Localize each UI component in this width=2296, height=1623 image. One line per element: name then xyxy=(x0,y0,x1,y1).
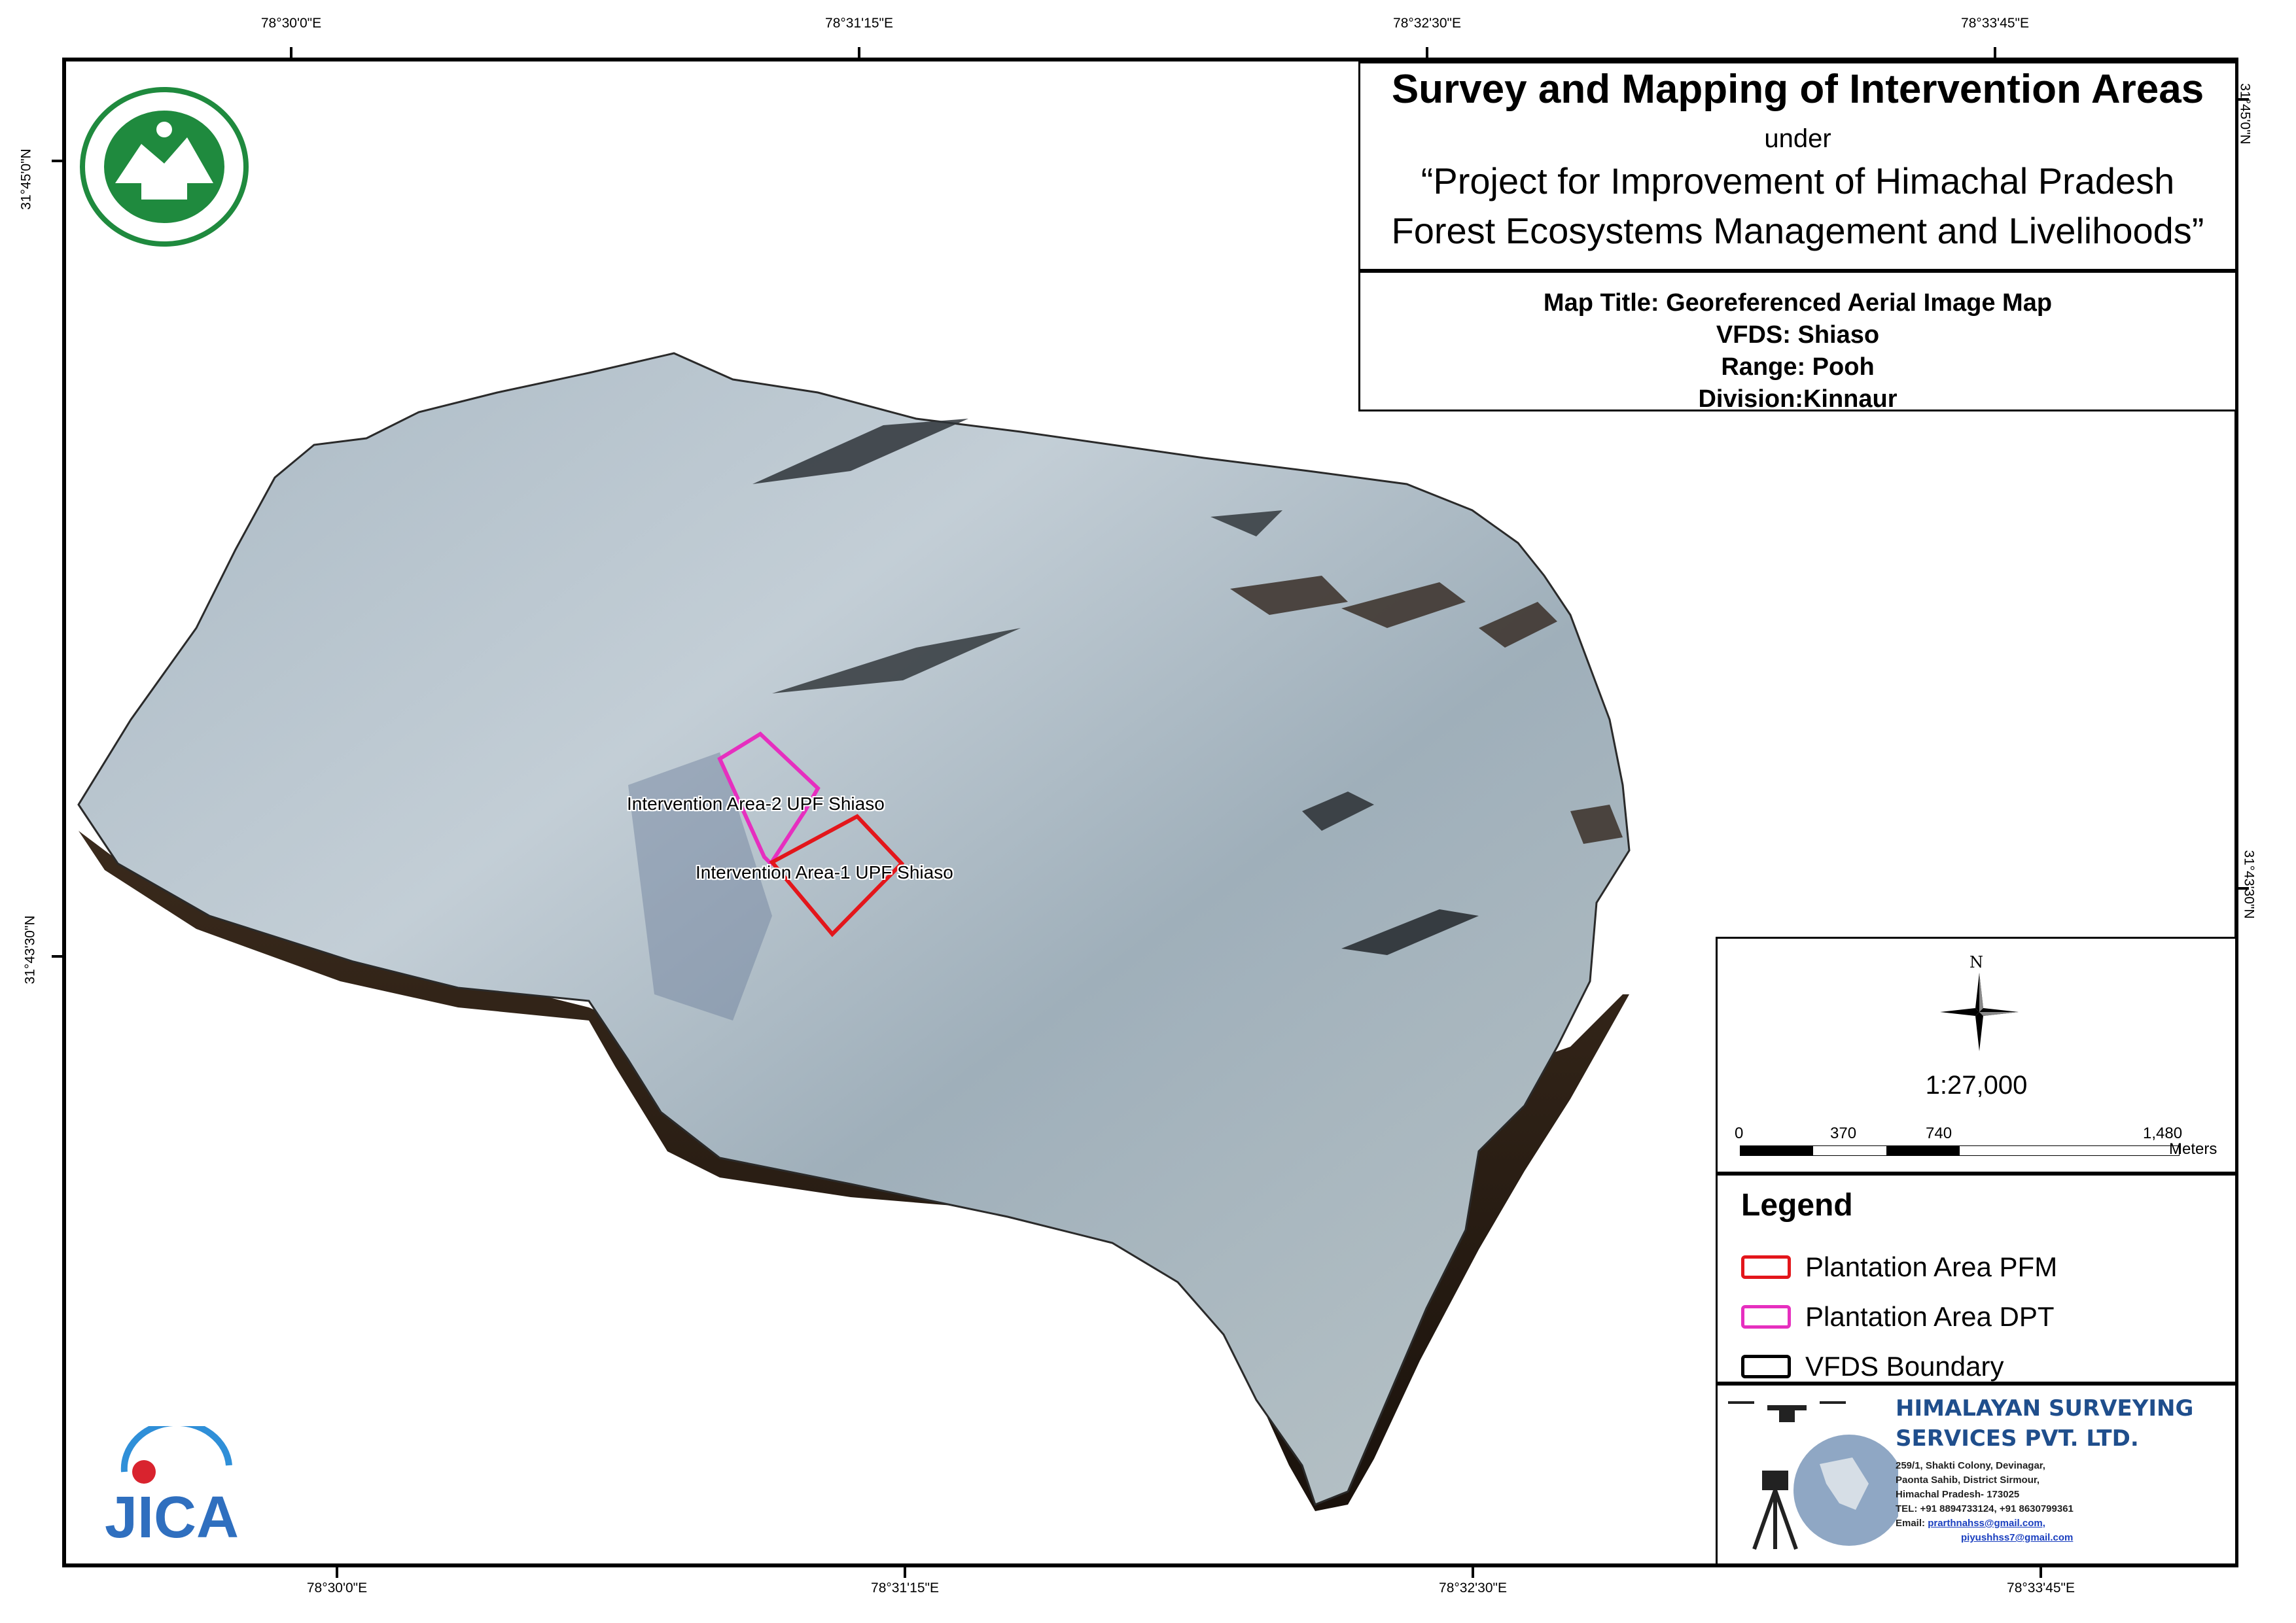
title-block: Survey and Mapping of Intervention Areas… xyxy=(1358,61,2237,271)
tick-mark xyxy=(904,1567,906,1578)
company-name-line-2: SERVICES PVT. LTD. xyxy=(1896,1425,2139,1452)
dpt-swatch xyxy=(1741,1305,1791,1329)
tick-mark xyxy=(2238,887,2249,890)
legend-item-pfm: Plantation Area PFM xyxy=(1741,1248,2057,1287)
project-title-line-2: Forest Ecosystems Management and Livelih… xyxy=(1391,210,2204,251)
bottom-lon-label-1: 78°30'0"E xyxy=(306,1580,368,1596)
legend-item-dpt-label: Plantation Area DPT xyxy=(1805,1301,2055,1332)
top-lon-label-4: 78°33'45"E xyxy=(1961,16,2029,31)
company-tel: TEL: +91 8894733124, +91 8630799361 xyxy=(1896,1503,2074,1514)
bottom-lon-label-3: 78°32'30"E xyxy=(1439,1580,1507,1596)
scale-tick-0: 0 xyxy=(1735,1125,1744,1142)
forest-department-seal-logo xyxy=(80,87,249,247)
map-main-title: Survey and Mapping of Intervention Areas xyxy=(1391,67,2204,112)
left-lat-label-2: 31°43'30"N xyxy=(22,915,38,985)
top-lon-label-3: 78°32'30"E xyxy=(1393,16,1461,31)
address-line-2: Paonta Sahib, District Sirmour, xyxy=(1896,1475,2040,1486)
left-lat-label-1: 31°45'0"N xyxy=(18,148,34,210)
surveying-company-logo xyxy=(1728,1401,1898,1550)
tick-mark xyxy=(1472,1567,1474,1578)
top-lon-label-1: 78°30'0"E xyxy=(260,16,322,31)
company-address: 259/1, Shakti Colony, Devinagar, Paonta … xyxy=(1896,1459,2074,1545)
bottom-lon-label-2: 78°31'15"E xyxy=(871,1580,939,1596)
intervention-area-2-label: Intervention Area-2 UPF Shiaso xyxy=(627,794,885,814)
tick-mark xyxy=(2238,98,2249,101)
vfds-text: VFDS: Shiaso xyxy=(1716,321,1880,349)
email-link-2[interactable]: piyushhss7@gmail.com xyxy=(1961,1532,2073,1543)
tick-mark xyxy=(858,47,860,58)
scale-tick-370: 370 xyxy=(1830,1125,1857,1142)
tick-mark xyxy=(2040,1567,2042,1578)
top-lon-label-2: 78°31'15"E xyxy=(825,16,893,31)
map-title-text: Map Title: Georeferenced Aerial Image Ma… xyxy=(1543,289,2053,317)
north-label: N xyxy=(1969,953,1983,971)
scale-bar xyxy=(1740,1145,2180,1156)
address-line-1: 259/1, Shakti Colony, Devinagar, xyxy=(1896,1460,2045,1471)
tick-mark xyxy=(52,955,62,958)
legend-item-dpt: Plantation Area DPT xyxy=(1741,1297,2055,1336)
tick-mark xyxy=(1994,47,1996,58)
tick-mark xyxy=(1426,47,1428,58)
company-name: HIMALAYAN SURVEYING SERVICES PVT. LTD. xyxy=(1896,1393,2193,1454)
right-lat-label-2: 31°43'30"N xyxy=(2241,850,2257,919)
scale-unit: Meters xyxy=(2169,1140,2217,1158)
email-link-1[interactable]: prarthnahss@gmail.com, xyxy=(1928,1518,2045,1529)
tick-mark xyxy=(290,47,292,58)
scale-north-block: N 1:27,000 0 370 740 1,480 Meters xyxy=(1716,937,2237,1174)
legend-item-boundary: VFDS Boundary xyxy=(1741,1347,2004,1386)
project-title-line-1: “Project for Improvement of Himachal Pra… xyxy=(1421,160,2175,201)
north-arrow-icon xyxy=(1940,973,2019,1051)
legend-item-boundary-label: VFDS Boundary xyxy=(1805,1351,2004,1382)
legend-block: Legend Plantation Area PFM Plantation Ar… xyxy=(1716,1174,2237,1384)
legend-title: Legend xyxy=(1741,1188,1853,1223)
scale-ratio: 1:27,000 xyxy=(1925,1071,2028,1100)
company-block: HIMALAYAN SURVEYING SERVICES PVT. LTD. 2… xyxy=(1716,1384,2237,1565)
intervention-area-1-label: Intervention Area-1 UPF Shiaso xyxy=(696,862,953,882)
jica-logo: JICA xyxy=(105,1426,239,1550)
range-text: Range: Pooh xyxy=(1721,353,1875,381)
jica-logo-text: JICA xyxy=(105,1485,239,1550)
boundary-swatch xyxy=(1741,1355,1791,1378)
email-label: Email: xyxy=(1896,1518,1928,1529)
tick-mark xyxy=(336,1567,338,1578)
legend-item-pfm-label: Plantation Area PFM xyxy=(1805,1251,2058,1282)
bottom-lon-label-4: 78°33'45"E xyxy=(2007,1580,2075,1596)
map-info-block: Map Title: Georeferenced Aerial Image Ma… xyxy=(1358,271,2237,413)
company-name-line-1: HIMALAYAN SURVEYING xyxy=(1896,1395,2194,1422)
right-lat-label-1: 31°45'0"N xyxy=(2237,83,2253,145)
division-text: Division:Kinnaur xyxy=(1698,385,1898,413)
address-line-3: Himachal Pradesh- 173025 xyxy=(1896,1489,2020,1500)
scale-tick-740: 740 xyxy=(1926,1125,1952,1142)
title-under: under xyxy=(1764,124,1831,153)
pfm-swatch xyxy=(1741,1255,1791,1279)
tick-mark xyxy=(52,160,62,162)
